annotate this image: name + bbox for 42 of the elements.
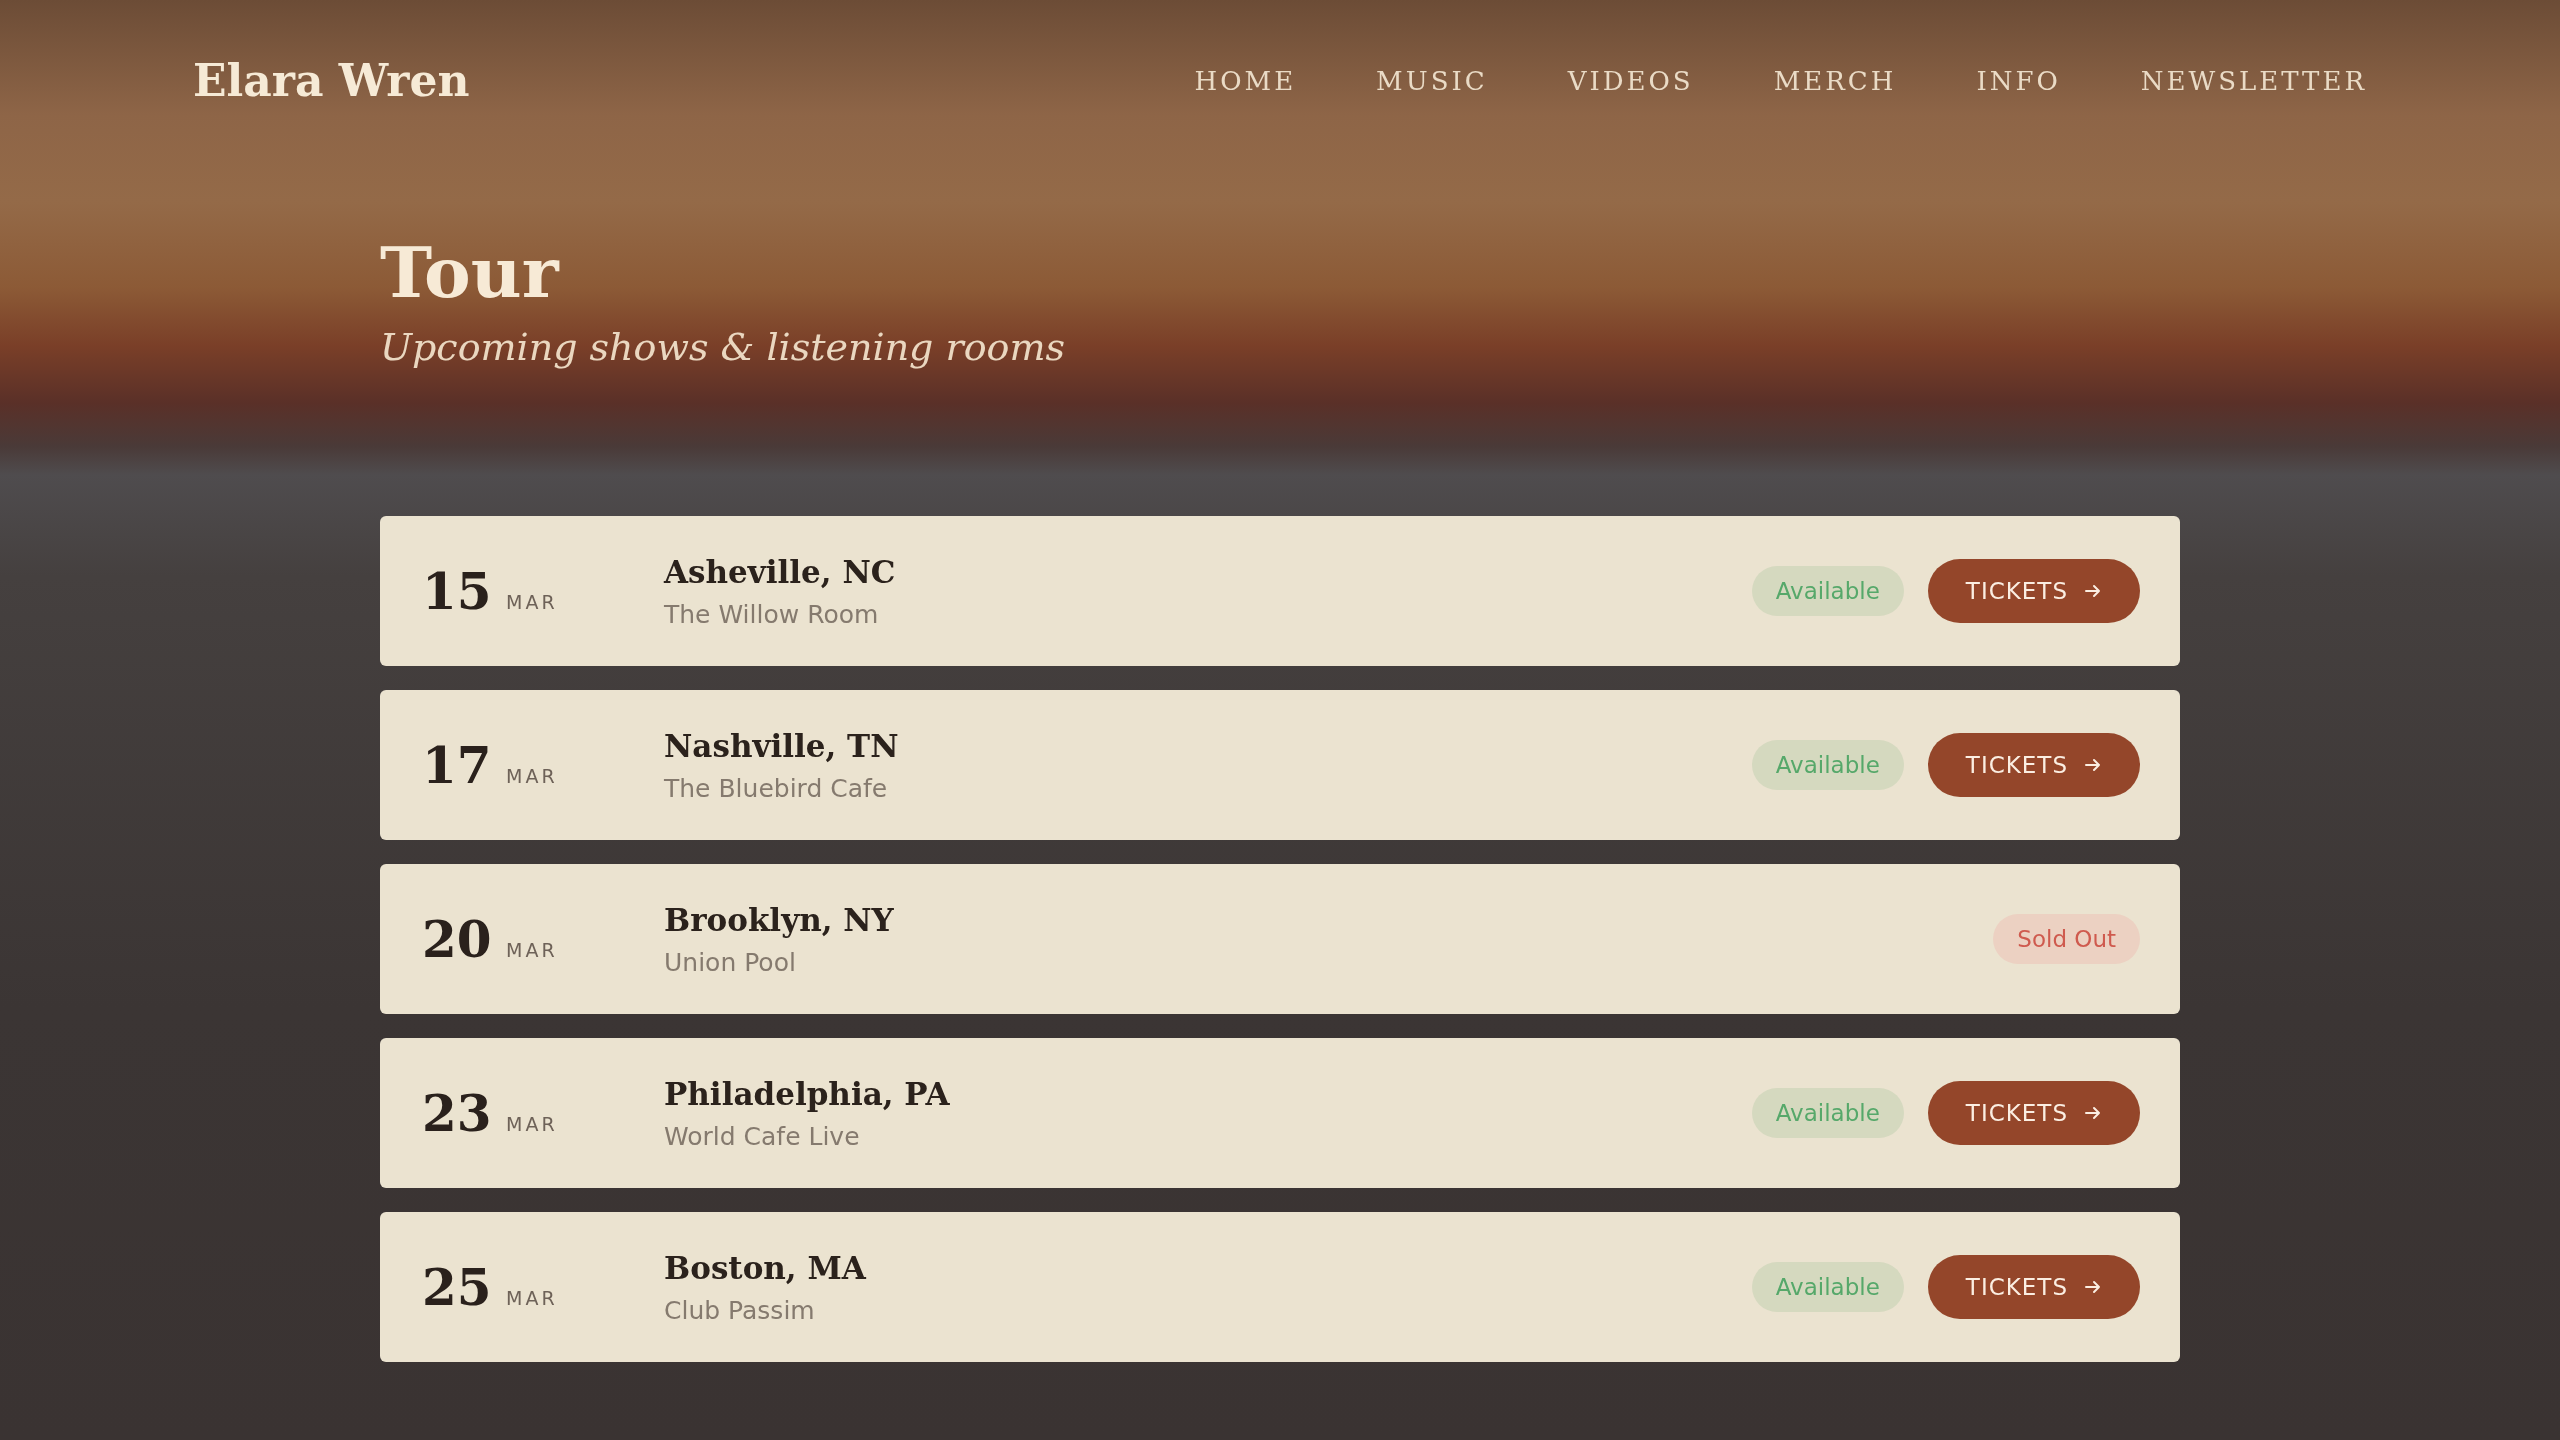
tickets-button[interactable]: TICKETS [1927,1255,2140,1319]
city-name: Brooklyn, NY [664,901,894,940]
date-day: 15 [422,553,498,629]
status-pill: Available [1751,739,1904,791]
venue-name: The Willow Room [664,598,880,631]
date-day: 25 [422,1249,498,1325]
nav-link[interactable]: MUSIC [1376,61,1488,101]
nav-link[interactable]: HOME [1194,61,1297,101]
arrow-right-icon [2084,756,2102,774]
page-subtitle: Upcoming shows & listening rooms [380,324,1066,371]
date-month: MAR [506,763,559,789]
nav-link[interactable]: NEWSLETTER [2140,61,2367,101]
city-name: Asheville, NC [664,553,896,592]
date-month: MAR [506,1285,559,1311]
site-title[interactable]: Elara Wren [193,48,470,114]
date-day: 23 [422,1075,498,1151]
venue-name: World Cafe Live [664,1120,861,1153]
status-pill: Available [1751,565,1904,617]
status-pill: Available [1751,1087,1904,1139]
date-month: MAR [506,589,559,615]
nav-link[interactable]: INFO [1976,61,2061,101]
arrow-right-icon [2084,1104,2102,1122]
date-day: 17 [422,727,498,803]
venue-name: Club Passim [664,1294,816,1327]
date-month: MAR [506,937,559,963]
date-month: MAR [506,1111,559,1137]
status-pill: Sold Out [1993,913,2140,965]
tickets-button[interactable]: TICKETS [1927,733,2140,797]
tickets-button[interactable]: TICKETS [1927,1081,2140,1145]
arrow-right-icon [2084,582,2102,600]
date-day: 20 [422,901,498,977]
city-name: Nashville, TN [664,727,899,766]
page-title: Tour [380,234,561,311]
tickets-button[interactable]: TICKETS [1927,559,2140,623]
nav-link[interactable]: MERCH [1773,61,1897,101]
city-name: Boston, MA [664,1249,866,1288]
status-pill: Available [1751,1261,1904,1313]
venue-name: The Bluebird Cafe [664,772,889,805]
venue-name: Union Pool [664,946,797,979]
arrow-right-icon [2084,1278,2102,1296]
city-name: Philadelphia, PA [664,1075,950,1114]
nav-link[interactable]: VIDEOS [1567,61,1694,101]
